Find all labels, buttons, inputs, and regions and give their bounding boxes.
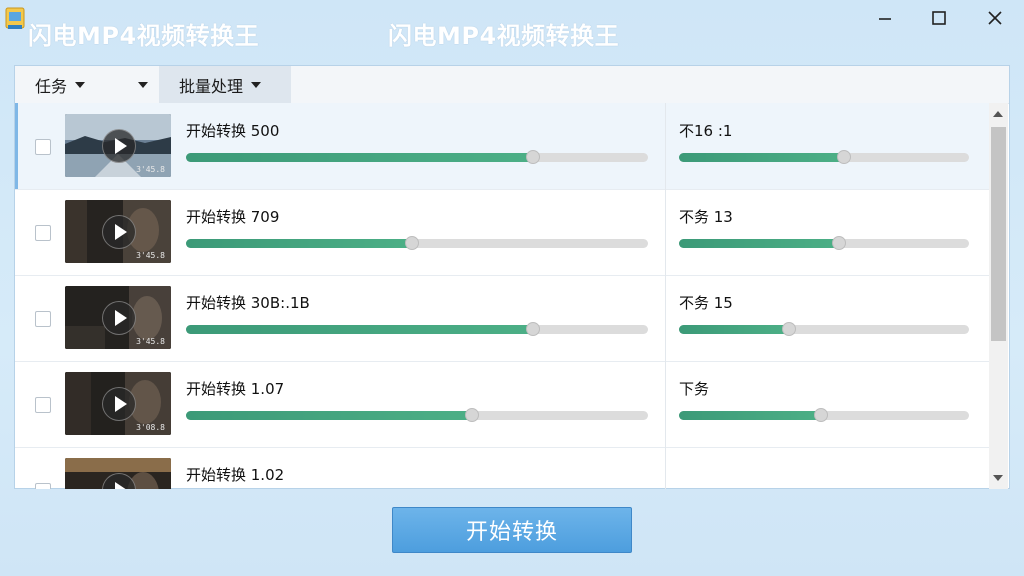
progress-fill [679,411,822,420]
column-divider [665,361,666,447]
app-icon[interactable] [4,6,26,32]
task-name: 开始转换 1.07 [186,380,285,398]
column-divider [665,447,666,489]
progress-fill [679,153,845,162]
toolbar: 任务 批量处理 [15,66,1009,104]
task-label: 任务 [35,76,68,96]
slider-knob[interactable] [525,322,540,336]
row-checkbox[interactable] [35,483,51,489]
progress-fill [186,411,473,420]
thumbnail-duration: 3'45.8 [136,251,165,260]
maximize-button[interactable] [922,4,956,32]
conversion-progress-slider[interactable] [186,236,648,250]
status-progress-slider[interactable] [679,322,969,336]
progress-fill [186,153,533,162]
window-title: 闪电MP4视频转换王 [388,22,620,50]
slider-knob[interactable] [782,322,797,336]
column-divider [665,189,666,275]
slider-knob[interactable] [525,150,540,164]
row-checkbox[interactable] [35,225,51,241]
close-icon [988,11,1002,25]
batch-label: 批量处理 [179,76,244,96]
task-status: 不16 :1 [679,122,733,140]
status-progress-slider[interactable] [679,408,969,422]
scroll-down-icon[interactable] [993,475,1003,481]
batch-dropdown[interactable]: 批量处理 [159,66,291,103]
slider-knob[interactable] [837,150,852,164]
slider-knob[interactable] [465,408,480,422]
minimize-button[interactable] [868,4,902,32]
video-thumbnail[interactable]: 3'08.8 [65,372,171,435]
column-divider [665,103,666,189]
close-button[interactable] [978,4,1012,32]
task-status: 不务 13 [679,208,733,226]
play-icon [102,387,136,421]
conversion-progress-slider[interactable] [186,150,648,164]
row-checkbox[interactable] [35,397,51,413]
progress-fill [679,325,790,334]
conversion-progress-slider[interactable] [186,408,648,422]
progress-fill [186,239,413,248]
selection-indicator [15,103,18,189]
progress-fill [186,325,533,334]
task-row[interactable]: 3'45.8 开始转换 30B:.1B 不务 15 [15,275,989,362]
start-conversion-button[interactable]: 开始转换 [392,507,632,553]
app-title: 闪电MP4视频转换王 [28,22,260,50]
task-row[interactable]: 3'45.8 开始转换 500 不16 :1 [15,103,989,190]
task-row[interactable]: 开始转换 1.02 [15,447,989,489]
task-status: 不务 15 [679,294,733,312]
row-checkbox[interactable] [35,311,51,327]
scrollbar-thumb[interactable] [991,127,1006,341]
status-progress-slider[interactable] [679,236,969,250]
task-name: 开始转换 1.02 [186,466,285,484]
play-icon [102,215,136,249]
chevron-down-icon [138,81,148,88]
progress-fill [679,239,839,248]
scroll-up-icon[interactable] [993,111,1003,117]
play-icon [102,129,136,163]
video-thumbnail[interactable]: 3'45.8 [65,200,171,263]
task-row[interactable]: 3'45.8 开始转换 709 不务 13 [15,189,989,276]
video-thumbnail[interactable]: 3'45.8 [65,114,171,177]
maximize-icon [932,11,946,25]
conversion-progress-slider[interactable] [186,322,648,336]
video-thumbnail[interactable]: 3'45.8 [65,286,171,349]
thumbnail-duration: 3'08.8 [136,423,165,432]
task-status: 下务 [679,380,710,398]
minimize-icon [879,18,891,20]
task-dropdown-arrow[interactable] [133,66,153,103]
task-name: 开始转换 709 [186,208,280,226]
thumbnail-duration: 3'45.8 [136,337,165,346]
row-checkbox[interactable] [35,139,51,155]
vertical-scrollbar[interactable] [989,103,1008,489]
chevron-down-icon [251,81,262,88]
slider-knob[interactable] [405,236,420,250]
play-icon [102,301,136,335]
task-name: 开始转换 30B:.1B [186,294,310,312]
task-list: 3'45.8 开始转换 500 不16 :1 3'45.8 开始转换 709 不… [15,103,989,489]
task-dropdown[interactable]: 任务 [35,66,86,103]
thumbnail-duration: 3'45.8 [136,165,165,174]
task-name: 开始转换 500 [186,122,280,140]
video-thumbnail[interactable] [65,458,171,489]
status-progress-slider[interactable] [679,150,969,164]
slider-knob[interactable] [831,236,846,250]
slider-knob[interactable] [814,408,829,422]
task-row[interactable]: 3'08.8 开始转换 1.07 下务 [15,361,989,448]
column-divider [665,275,666,361]
chevron-down-icon [75,81,86,88]
task-panel: 任务 批量处理 3'45.8 开始转换 500 不16:1 3'45.8 开始… [14,65,1010,489]
